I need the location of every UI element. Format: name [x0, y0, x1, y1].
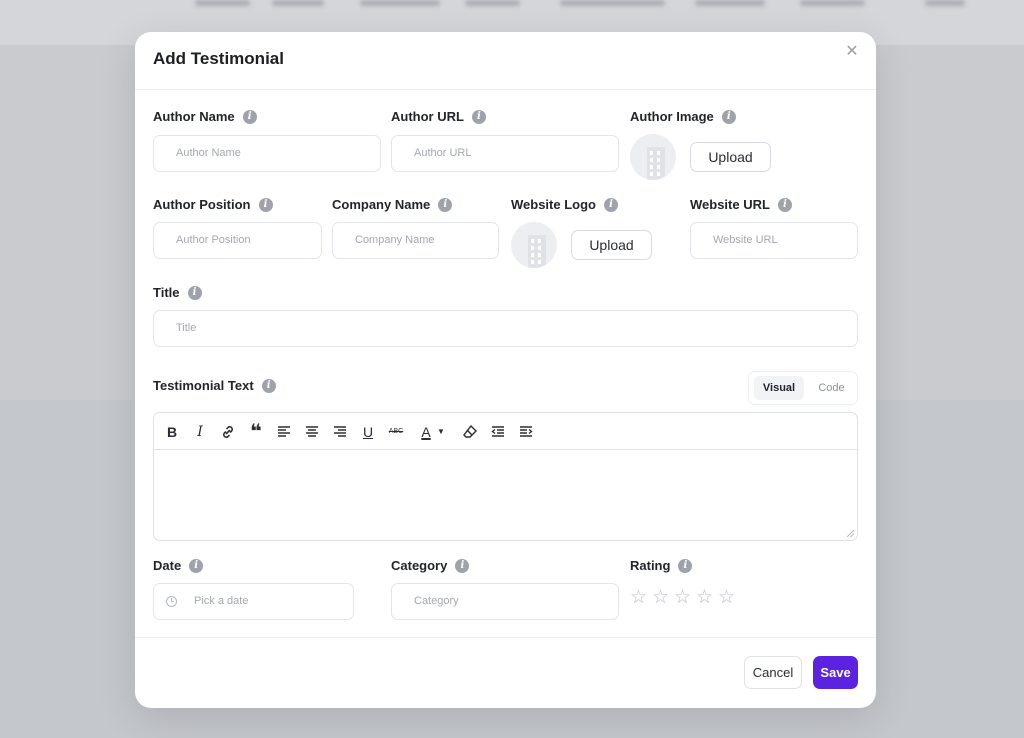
background-nav-item [465, 0, 520, 6]
background-nav-item [695, 0, 765, 6]
website-url-input[interactable]: Website URL [690, 222, 858, 259]
company-name-input[interactable]: Company Name [332, 222, 499, 259]
close-icon[interactable]: ✕ [844, 44, 860, 60]
author-image-label: Author Image i [630, 109, 736, 124]
text-color-icon[interactable]: A [414, 422, 438, 442]
info-icon[interactable]: i [678, 558, 693, 573]
tab-visual[interactable]: Visual [754, 376, 804, 400]
editor-mode-tabs: Visual Code [748, 371, 858, 405]
rating-stars: ☆ ☆ ☆ ☆ ☆ [630, 588, 740, 608]
author-image-upload-button[interactable]: Upload [690, 142, 771, 172]
info-icon[interactable]: i [187, 285, 202, 300]
author-name-input[interactable]: Author Name [153, 135, 381, 172]
category-label: Category i [391, 558, 470, 573]
author-name-label: Author Name i [153, 109, 257, 124]
indent-icon[interactable] [516, 422, 536, 442]
tab-code[interactable]: Code [809, 376, 854, 400]
bold-icon[interactable]: B [162, 422, 182, 442]
info-icon[interactable]: i [721, 109, 736, 124]
background-nav-item [560, 0, 665, 6]
background-nav-item [925, 0, 965, 6]
testimonial-text-label: Testimonial Text i [153, 378, 276, 393]
website-url-label: Website URL i [690, 197, 792, 212]
align-center-icon[interactable] [302, 422, 322, 442]
add-testimonial-modal: Add Testimonial ✕ Author Name i Author Na… [135, 32, 876, 708]
info-icon[interactable]: i [242, 109, 257, 124]
date-placeholder: Pick a date [194, 595, 249, 607]
info-icon[interactable]: i [777, 197, 792, 212]
date-picker-input[interactable]: Pick a date [153, 583, 354, 620]
building-icon [528, 235, 546, 268]
title-input[interactable]: Title [153, 310, 858, 347]
align-right-icon[interactable] [330, 422, 350, 442]
clear-formatting-icon[interactable] [460, 422, 480, 442]
align-left-icon[interactable] [274, 422, 294, 442]
info-icon[interactable]: i [455, 558, 470, 573]
blockquote-icon[interactable]: ❝ [246, 422, 266, 442]
building-icon [647, 147, 665, 180]
modal-title: Add Testimonial [153, 49, 284, 68]
editor-toolbar: B I ❝ U ABC A ▼ [154, 413, 857, 450]
italic-icon[interactable]: I [190, 422, 210, 442]
background-nav-item [195, 0, 250, 6]
info-icon[interactable]: i [189, 558, 204, 573]
rating-label: Rating i [630, 558, 693, 573]
info-icon[interactable]: i [438, 197, 453, 212]
info-icon[interactable]: i [258, 197, 273, 212]
star-icon[interactable]: ☆ [630, 588, 652, 608]
cancel-button[interactable]: Cancel [744, 656, 802, 689]
website-logo-placeholder [511, 222, 557, 268]
category-select[interactable]: Category [391, 583, 619, 620]
author-position-input[interactable]: Author Position [153, 222, 322, 259]
clock-icon [166, 596, 177, 607]
star-icon[interactable]: ☆ [674, 588, 696, 608]
info-icon[interactable]: i [471, 109, 486, 124]
resize-handle[interactable] [847, 530, 854, 537]
background-nav-item [800, 0, 865, 6]
star-icon[interactable]: ☆ [696, 588, 718, 608]
info-icon[interactable]: i [261, 378, 276, 393]
link-icon[interactable] [218, 422, 238, 442]
author-image-placeholder [630, 134, 676, 180]
outdent-icon[interactable] [488, 422, 508, 442]
background-nav-item [272, 0, 324, 6]
footer-divider [135, 637, 876, 638]
title-label: Title i [153, 285, 202, 300]
star-icon[interactable]: ☆ [718, 588, 740, 608]
background-nav-item [360, 0, 440, 6]
star-icon[interactable]: ☆ [652, 588, 674, 608]
author-url-label: Author URL i [391, 109, 486, 124]
save-button[interactable]: Save [813, 656, 858, 689]
info-icon[interactable]: i [603, 197, 618, 212]
website-logo-label: Website Logo i [511, 197, 618, 212]
strikethrough-icon[interactable]: ABC [386, 422, 406, 442]
company-name-label: Company Name i [332, 197, 453, 212]
modal-header: Add Testimonial ✕ [135, 32, 876, 90]
underline-icon[interactable]: U [358, 422, 378, 442]
author-url-input[interactable]: Author URL [391, 135, 619, 172]
chevron-down-icon[interactable]: ▼ [436, 422, 446, 442]
testimonial-text-editor[interactable]: B I ❝ U ABC A ▼ [153, 412, 858, 541]
author-position-label: Author Position i [153, 197, 273, 212]
date-label: Date i [153, 558, 204, 573]
website-logo-upload-button[interactable]: Upload [571, 230, 652, 260]
